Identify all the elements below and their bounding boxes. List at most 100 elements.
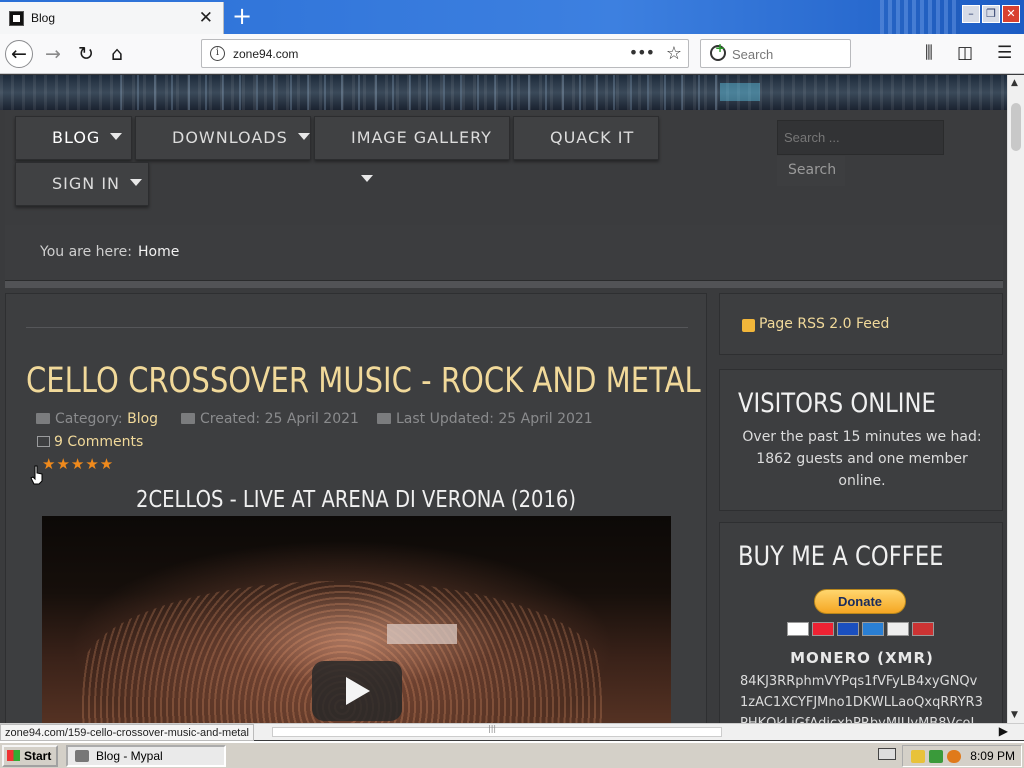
category-link[interactable]: Blog xyxy=(127,411,158,427)
system-tray: 8:09 PM xyxy=(902,745,1022,767)
menu-blog[interactable]: BLOG xyxy=(15,116,132,160)
visa-icon xyxy=(787,622,809,636)
calendar-icon xyxy=(181,413,195,424)
folder-icon xyxy=(36,413,50,424)
video-title: 2CELLOS - LIVE AT ARENA DI VERONA (2016) xyxy=(136,487,576,513)
minimize-button[interactable]: – xyxy=(962,5,980,23)
maestro-icon xyxy=(837,622,859,636)
url-text[interactable]: zone94.com xyxy=(233,47,298,61)
video-player[interactable] xyxy=(42,516,671,723)
divider xyxy=(26,327,688,328)
address-bar[interactable]: i zone94.com ••• ☆ xyxy=(201,39,689,68)
play-button-icon[interactable] xyxy=(312,661,402,721)
article-title[interactable]: CELLO CROSSOVER MUSIC - ROCK AND METAL xyxy=(26,361,701,401)
chevron-down-icon xyxy=(110,133,123,140)
breadcrumb: You are here: Home xyxy=(5,225,1003,281)
site-search-input[interactable]: Search ... xyxy=(777,120,944,155)
calendar-icon xyxy=(377,413,391,424)
mastercard-icon xyxy=(812,622,834,636)
rss-feed-link[interactable]: Page RSS 2.0 Feed xyxy=(759,316,889,332)
rss-panel: Page RSS 2.0 Feed xyxy=(719,293,1003,355)
site-favicon-icon xyxy=(9,11,24,26)
visitors-title: VISITORS ONLINE xyxy=(738,388,936,419)
category-label: Category: xyxy=(55,411,123,427)
home-button[interactable]: ⌂ xyxy=(103,40,131,68)
rss-icon xyxy=(742,319,755,332)
chevron-down-icon xyxy=(361,175,373,182)
chevron-down-icon xyxy=(297,133,310,140)
menu-sign-in-label: SIGN IN xyxy=(52,174,121,193)
article-panel: CELLO CROSSOVER MUSIC - ROCK AND METAL C… xyxy=(5,293,707,723)
start-button[interactable]: Start xyxy=(2,745,58,767)
tab-strip: Blog ✕ + – ❐ ✕ xyxy=(0,0,1024,34)
updated-date: Last Updated: 25 April 2021 xyxy=(396,411,593,427)
search-tray-icon[interactable] xyxy=(947,750,961,763)
scroll-up-icon[interactable]: ▲ xyxy=(1011,78,1018,88)
taskbar-item-blog[interactable]: Blog - Mypal xyxy=(66,745,226,767)
menu-quack-it[interactable]: QUACK IT xyxy=(513,116,659,160)
close-window-button[interactable]: ✕ xyxy=(1002,5,1020,23)
titlebar-decoration xyxy=(880,0,960,34)
comments-link[interactable]: 9 Comments xyxy=(37,434,143,450)
article-created: Created: 25 April 2021 xyxy=(181,411,359,427)
scrollbar-thumb[interactable] xyxy=(1011,103,1021,151)
created-date: Created: 25 April 2021 xyxy=(200,411,359,427)
os-taskbar: Start Blog - Mypal 8:09 PM xyxy=(0,741,1024,768)
scroll-down-icon[interactable]: ▼ xyxy=(1011,710,1018,720)
discover-icon xyxy=(887,622,909,636)
menu-downloads[interactable]: DOWNLOADS xyxy=(135,116,311,160)
breadcrumb-home-link[interactable]: Home xyxy=(138,244,179,260)
scroll-right-icon[interactable]: ▶ xyxy=(999,724,1008,738)
monero-title: MONERO (XMR) xyxy=(790,649,934,667)
coffee-panel: BUY ME A COFFEE Donate MONERO (XMR) 84KJ… xyxy=(719,522,1003,723)
sidebar-toggle-icon[interactable]: ◫ xyxy=(957,43,973,63)
restore-button[interactable]: ❐ xyxy=(982,5,1000,23)
keyboard-icon[interactable] xyxy=(878,748,896,760)
clock: 8:09 PM xyxy=(970,749,1015,763)
comment-icon xyxy=(37,436,50,447)
payment-cards xyxy=(787,622,934,636)
donate-button[interactable]: Donate xyxy=(814,589,906,614)
back-button[interactable]: ← xyxy=(5,40,33,68)
library-icon[interactable]: ⫼ xyxy=(925,43,933,63)
site-header-banner xyxy=(0,75,1007,110)
network-icon[interactable] xyxy=(929,750,943,763)
menu-image-gallery-label: IMAGE GALLERY xyxy=(351,128,492,147)
horizontal-scrollbar[interactable] xyxy=(272,724,722,737)
browser-search-field[interactable]: Search xyxy=(700,39,851,68)
video-stage-light xyxy=(387,624,457,644)
navigation-toolbar: ← → ↻ ⌂ i zone94.com ••• ☆ Search ⫼ ◫ ☰ xyxy=(0,34,1024,74)
tab-title: Blog xyxy=(31,11,56,25)
status-bar: zone94.com/159-cello-crossover-music-and… xyxy=(0,723,1024,741)
menu-sign-in[interactable]: SIGN IN xyxy=(15,162,149,206)
new-tab-button[interactable]: + xyxy=(230,4,254,28)
tab-close-icon[interactable]: ✕ xyxy=(199,8,213,28)
vertical-scrollbar[interactable]: ▲ ▼ xyxy=(1007,75,1024,723)
window-controls: – ❐ ✕ xyxy=(962,5,1020,23)
monero-address: 84KJ3RRphmVYPqs1fVFyLB4xyGNQv1zAC1XCYFJM… xyxy=(740,674,983,723)
menu-downloads-label: DOWNLOADS xyxy=(172,128,288,147)
bookmark-star-icon[interactable]: ☆ xyxy=(666,43,682,64)
shield-icon[interactable] xyxy=(911,750,925,763)
chevron-down-icon xyxy=(130,179,143,186)
comments-count: 9 Comments xyxy=(54,434,144,450)
amex-icon xyxy=(862,622,884,636)
article-updated: Last Updated: 25 April 2021 xyxy=(377,411,593,427)
status-link-text: zone94.com/159-cello-crossover-music-and… xyxy=(0,724,254,741)
menu-blog-label: BLOG xyxy=(52,128,101,147)
search-engine-icon[interactable] xyxy=(710,41,726,61)
page-actions-icon[interactable]: ••• xyxy=(629,43,655,62)
menu-hamburger-icon[interactable]: ☰ xyxy=(997,43,1012,63)
rating-stars[interactable]: ★★★★★ xyxy=(42,455,114,473)
forward-button[interactable]: → xyxy=(39,40,67,68)
browser-search-placeholder: Search xyxy=(732,47,774,62)
hand-cursor-icon xyxy=(30,465,43,485)
reload-button[interactable]: ↻ xyxy=(72,40,100,68)
menu-image-gallery[interactable]: IMAGE GALLERY xyxy=(314,116,510,182)
menu-quack-it-label: QUACK IT xyxy=(550,128,635,147)
site-info-icon[interactable]: i xyxy=(210,46,225,61)
site-search-button[interactable]: Search xyxy=(777,156,845,186)
visitors-text: Over the past 15 minutes we had: 1862 gu… xyxy=(742,429,982,489)
tab-blog[interactable]: Blog ✕ xyxy=(0,2,224,34)
article-category: Category: Blog xyxy=(36,411,158,427)
